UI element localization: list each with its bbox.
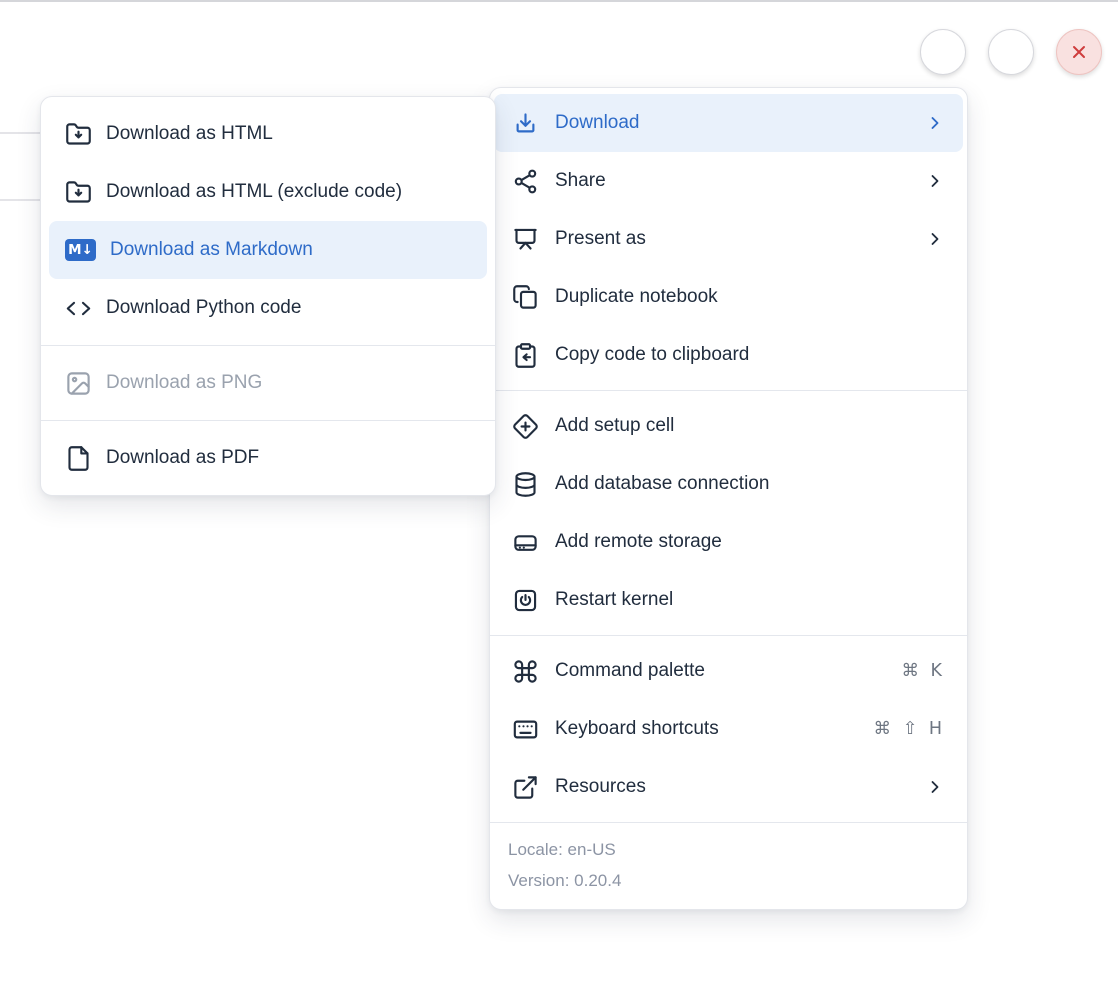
menu-item-copy-code[interactable]: Copy code to clipboard	[494, 326, 963, 384]
submenu-item-download-html[interactable]: Download as HTML	[49, 105, 487, 163]
submenu-item-label: Download as HTML (exclude code)	[106, 181, 471, 203]
menu-item-present-as[interactable]: Present as	[494, 210, 963, 268]
menu-group: Command palette ⌘ K Keyboard shortcuts ⌘…	[490, 635, 967, 822]
duplicate-icon	[512, 284, 539, 311]
menu-item-label: Share	[555, 170, 909, 192]
submenu-item-label: Download as HTML	[106, 123, 471, 145]
submenu-item-label: Download as Markdown	[110, 239, 471, 261]
submenu-item-download-pdf[interactable]: Download as PDF	[49, 429, 487, 487]
file-icon	[65, 445, 92, 472]
command-icon	[512, 658, 539, 685]
image-icon	[65, 370, 92, 397]
diamond-plus-icon	[512, 413, 539, 440]
notebook-menu: Download Share Present as Duplicate note…	[489, 87, 968, 910]
shortcut-hint: ⌘ ⇧ H	[874, 719, 945, 739]
chevron-right-icon	[925, 171, 945, 191]
presentation-icon	[512, 226, 539, 253]
share-icon	[512, 168, 539, 195]
menu-item-label: Keyboard shortcuts	[555, 718, 858, 740]
menu-item-label: Resources	[555, 776, 909, 798]
submenu-item-label: Download as PDF	[106, 447, 471, 469]
folder-down-icon	[65, 121, 92, 148]
locale-text: Locale: en-US	[508, 834, 949, 865]
menu-item-label: Add remote storage	[555, 531, 945, 553]
menu-item-command-palette[interactable]: Command palette ⌘ K	[494, 642, 963, 700]
version-text: Version: 0.20.4	[508, 865, 949, 896]
menu-item-share[interactable]: Share	[494, 152, 963, 210]
storage-icon	[512, 529, 539, 556]
menu-item-label: Restart kernel	[555, 589, 945, 611]
shortcut-hint: ⌘ K	[901, 661, 945, 681]
menu-item-restart-kernel[interactable]: Restart kernel	[494, 571, 963, 629]
submenu-item-download-png: Download as PNG	[49, 354, 487, 412]
menu-item-label: Add database connection	[555, 473, 945, 495]
close-button[interactable]	[1056, 29, 1102, 75]
submenu-item-download-python[interactable]: Download Python code	[49, 279, 487, 337]
download-submenu: Download as HTML Download as HTML (exclu…	[40, 96, 496, 496]
menu-item-add-setup-cell[interactable]: Add setup cell	[494, 397, 963, 455]
external-link-icon	[512, 774, 539, 801]
menu-item-download[interactable]: Download	[494, 94, 963, 152]
clipboard-arrow-icon	[512, 342, 539, 369]
submenu-item-label: Download Python code	[106, 297, 471, 319]
submenu-item-label: Download as PNG	[106, 372, 471, 394]
power-icon	[512, 587, 539, 614]
menu-item-label: Copy code to clipboard	[555, 344, 945, 366]
gear-icon	[999, 40, 1023, 64]
submenu-item-download-markdown[interactable]: M↓ Download as Markdown	[49, 221, 487, 279]
menu-item-label: Add setup cell	[555, 415, 945, 437]
menu-item-duplicate-notebook[interactable]: Duplicate notebook	[494, 268, 963, 326]
menu-item-add-database-connection[interactable]: Add database connection	[494, 455, 963, 513]
menu-item-resources[interactable]: Resources	[494, 758, 963, 816]
chevron-right-icon	[925, 113, 945, 133]
menu-footer: Locale: en-US Version: 0.20.4	[490, 822, 967, 909]
submenu-group: Download as PNG	[41, 345, 495, 420]
menu-group: Download Share Present as Duplicate note…	[490, 88, 967, 390]
hamburger-icon	[931, 40, 955, 64]
floating-toolbar	[920, 29, 1102, 75]
window-top-border	[0, 0, 1118, 2]
download-icon	[512, 110, 539, 137]
code-icon	[65, 295, 92, 322]
menu-item-label: Command palette	[555, 660, 885, 682]
chevron-right-icon	[925, 777, 945, 797]
chevron-right-icon	[925, 229, 945, 249]
database-icon	[512, 471, 539, 498]
settings-button[interactable]	[988, 29, 1034, 75]
menu-item-keyboard-shortcuts[interactable]: Keyboard shortcuts ⌘ ⇧ H	[494, 700, 963, 758]
menu-group: Add setup cell Add database connection A…	[490, 390, 967, 635]
menu-item-label: Duplicate notebook	[555, 286, 945, 308]
menu-item-add-remote-storage[interactable]: Add remote storage	[494, 513, 963, 571]
notebook-menu-button[interactable]	[920, 29, 966, 75]
submenu-group: Download as PDF	[41, 420, 495, 495]
submenu-item-download-html-exclude-code[interactable]: Download as HTML (exclude code)	[49, 163, 487, 221]
keyboard-icon	[512, 716, 539, 743]
menu-item-label: Download	[555, 112, 909, 134]
markdown-icon: M↓	[65, 239, 96, 261]
page-underlay-line	[0, 199, 42, 201]
folder-down-icon	[65, 179, 92, 206]
close-icon	[1067, 40, 1091, 64]
submenu-group: Download as HTML Download as HTML (exclu…	[41, 97, 495, 345]
page-underlay-line	[0, 132, 42, 134]
menu-item-label: Present as	[555, 228, 909, 250]
